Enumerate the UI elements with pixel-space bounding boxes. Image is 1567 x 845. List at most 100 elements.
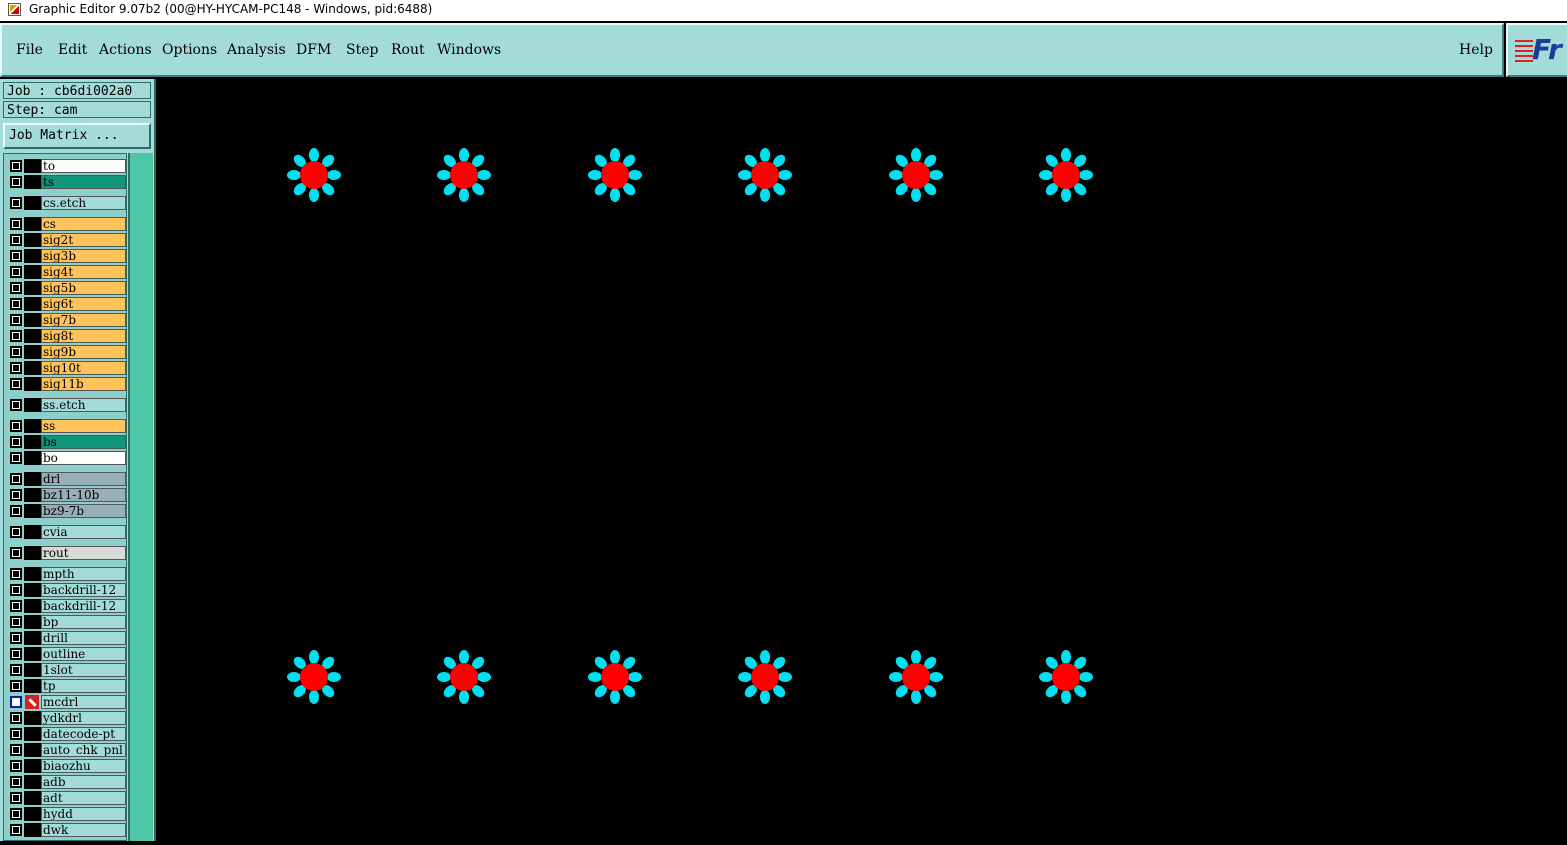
layer-row[interactable]: cvia: [6, 525, 126, 539]
layer-row[interactable]: bz9-7b: [6, 504, 126, 518]
layer-checkbox[interactable]: [10, 680, 22, 692]
layer-row[interactable]: bo: [6, 451, 126, 465]
layer-color-slot[interactable]: [24, 297, 41, 311]
layer-checkbox[interactable]: [10, 808, 22, 820]
layer-name-cs[interactable]: cs: [41, 217, 126, 231]
layer-row[interactable]: ts: [6, 175, 126, 189]
layer-color-slot[interactable]: [24, 546, 41, 560]
layer-color-slot[interactable]: [24, 345, 41, 359]
layer-checkbox[interactable]: [10, 760, 22, 772]
layer-name-outline[interactable]: outline: [41, 647, 126, 661]
layer-color-slot[interactable]: [24, 599, 41, 613]
layer-color-slot[interactable]: [24, 451, 41, 465]
layer-row[interactable]: ss: [6, 419, 126, 433]
layer-color-slot[interactable]: [24, 711, 41, 725]
layer-checkbox[interactable]: [10, 632, 22, 644]
layer-list-scrollbar[interactable]: [128, 153, 153, 841]
layer-checkbox[interactable]: [10, 282, 22, 294]
layer-name-cvia[interactable]: cvia: [41, 525, 126, 539]
layer-checkbox[interactable]: [10, 250, 22, 262]
layer-color-slot[interactable]: [24, 265, 41, 279]
layer-name-ydkdrl[interactable]: ydkdrl: [41, 711, 126, 725]
layer-name-hydd[interactable]: hydd: [41, 807, 126, 821]
layer-checkbox[interactable]: [10, 420, 22, 432]
layer-checkbox[interactable]: [10, 378, 22, 390]
layer-color-slot[interactable]: [24, 567, 41, 581]
layer-name-sig9b[interactable]: sig9b: [41, 345, 126, 359]
layer-name-biaozhu[interactable]: biaozhu: [41, 759, 126, 773]
layer-color-slot[interactable]: [24, 217, 41, 231]
layer-row[interactable]: cs.etch: [6, 196, 126, 210]
layer-row[interactable]: sig5b: [6, 281, 126, 295]
layer-row[interactable]: backdrill-12: [6, 599, 126, 613]
layer-color-slot[interactable]: [24, 175, 41, 189]
layer-color-slot[interactable]: [24, 504, 41, 518]
layer-color-slot[interactable]: [24, 159, 41, 173]
layer-row[interactable]: dwk: [6, 823, 126, 837]
layer-color-slot[interactable]: [24, 361, 41, 375]
layer-checkbox[interactable]: [10, 744, 22, 756]
layer-row[interactable]: sig4t: [6, 265, 126, 279]
layer-checkbox[interactable]: [10, 330, 22, 342]
layer-checkbox[interactable]: [10, 600, 22, 612]
layer-checkbox[interactable]: [10, 218, 22, 230]
menu-step[interactable]: Step: [346, 42, 378, 58]
job-matrix-button[interactable]: Job Matrix ...: [3, 123, 151, 149]
layer-row[interactable]: bz11-10b: [6, 488, 126, 502]
layer-name-sig4t[interactable]: sig4t: [41, 265, 126, 279]
layer-name-bz11-10b[interactable]: bz11-10b: [41, 488, 126, 502]
layer-name-cs.etch[interactable]: cs.etch: [41, 196, 126, 210]
layer-checkbox[interactable]: [10, 197, 22, 209]
layer-color-slot[interactable]: [24, 488, 41, 502]
layer-checkbox[interactable]: [10, 792, 22, 804]
layer-name-bs[interactable]: bs: [41, 435, 126, 449]
layer-name-dwk[interactable]: dwk: [41, 823, 126, 837]
layer-color-slot[interactable]: [24, 398, 41, 412]
layer-name-ss.etch[interactable]: ss.etch: [41, 398, 126, 412]
layer-color-slot[interactable]: [24, 281, 41, 295]
layer-color-slot[interactable]: [24, 743, 41, 757]
layer-checkbox[interactable]: [10, 824, 22, 836]
layer-name-drill[interactable]: drill: [41, 631, 126, 645]
layer-color-slot[interactable]: [24, 615, 41, 629]
menu-file[interactable]: File: [16, 42, 43, 58]
layer-color-slot[interactable]: [24, 313, 41, 327]
layer-color-slot[interactable]: [24, 233, 41, 247]
layer-row[interactable]: ydkdrl: [6, 711, 126, 725]
layer-row[interactable]: tp: [6, 679, 126, 693]
layer-row[interactable]: rout: [6, 546, 126, 560]
layer-checkbox[interactable]: [10, 452, 22, 464]
layer-color-slot[interactable]: [24, 525, 41, 539]
layer-name-sig8t[interactable]: sig8t: [41, 329, 126, 343]
layer-name-backdrill-12[interactable]: backdrill-12: [41, 583, 126, 597]
layer-checkbox[interactable]: [10, 346, 22, 358]
layer-color-slot[interactable]: [24, 823, 41, 837]
layer-row[interactable]: drl: [6, 472, 126, 486]
menu-help[interactable]: Help: [1459, 42, 1493, 58]
layer-checkbox[interactable]: [10, 505, 22, 517]
layer-checkbox[interactable]: [10, 489, 22, 501]
layer-name-bz9-7b[interactable]: bz9-7b: [41, 504, 126, 518]
layer-row[interactable]: outline: [6, 647, 126, 661]
layer-row[interactable]: bp: [6, 615, 126, 629]
layer-checkbox[interactable]: [10, 362, 22, 374]
layer-name-sig7b[interactable]: sig7b: [41, 313, 126, 327]
layer-row[interactable]: datecode-pt: [6, 727, 126, 741]
layer-row[interactable]: sig8t: [6, 329, 126, 343]
layer-checkbox[interactable]: [10, 473, 22, 485]
layer-checkbox[interactable]: [10, 176, 22, 188]
layer-checkbox[interactable]: [10, 776, 22, 788]
menu-edit[interactable]: Edit: [58, 42, 87, 58]
layer-name-rout[interactable]: rout: [41, 546, 126, 560]
layer-color-slot[interactable]: [24, 727, 41, 741]
layer-checkbox[interactable]: [10, 160, 22, 172]
menu-windows[interactable]: Windows: [437, 42, 501, 58]
layer-color-slot[interactable]: [24, 435, 41, 449]
layer-row[interactable]: ss.etch: [6, 398, 126, 412]
layer-name-adt[interactable]: adt: [41, 791, 126, 805]
layer-checkbox[interactable]: [10, 526, 22, 538]
layer-name-bo[interactable]: bo: [41, 451, 126, 465]
layer-color-slot[interactable]: [24, 775, 41, 789]
layer-name-to[interactable]: to: [41, 159, 126, 173]
layer-name-datecode-pt[interactable]: datecode-pt: [41, 727, 126, 741]
